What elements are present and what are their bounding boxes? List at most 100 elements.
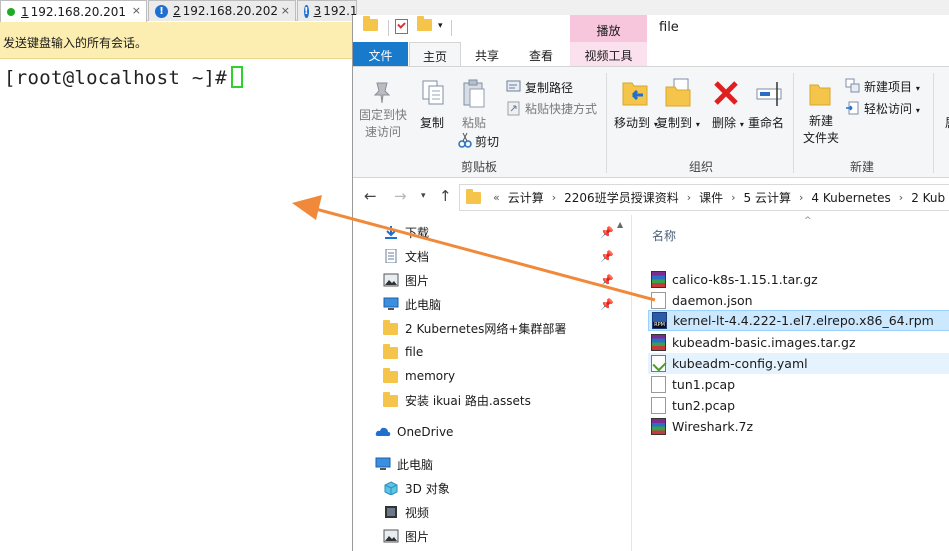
up-arrow-icon[interactable]: ↑ [439, 187, 452, 205]
session-tab-label: 192.168.20.202 [182, 4, 279, 18]
broadcast-notice-text: 发送键盘输入的所有会话。 [3, 36, 148, 50]
organize-group-label: 组织 [689, 160, 714, 174]
copy-to-button[interactable]: 复制到 ▾ [656, 114, 700, 131]
nav-item-documents[interactable]: 文档 [383, 245, 429, 267]
nav-item-label: 文档 [405, 249, 430, 264]
nav-item-folder[interactable]: memory [383, 365, 455, 387]
text-cursor [231, 66, 244, 88]
breadcrumb-item[interactable]: 4 Kubernetes [811, 191, 890, 205]
nav-item-label: 安装 ikuai 路由.assets [405, 393, 531, 408]
title-bar: ▾ 播放 file [353, 15, 949, 42]
new-folder-button[interactable]: 新建 文件夹 [799, 113, 843, 147]
tab-video-tools[interactable]: 视频工具 [570, 42, 647, 66]
easy-access-label: 轻松访问 [864, 102, 913, 116]
file-row[interactable]: daemon.json [648, 290, 949, 311]
nav-item-folder[interactable]: file [383, 341, 423, 363]
pinned-icon[interactable]: 📌 [600, 298, 614, 311]
computer-icon [383, 297, 399, 311]
folder-icon [383, 344, 399, 359]
nav-item-videos[interactable]: 视频 [383, 501, 429, 523]
scroll-up-arrow-icon[interactable]: ▲ [617, 220, 623, 229]
breadcrumb-separator: › [898, 191, 904, 204]
rename-button[interactable]: 重命名 [748, 114, 784, 131]
nav-item-this-pc-quick[interactable]: 此电脑 [383, 293, 441, 315]
nav-item-this-pc[interactable]: 此电脑 [375, 453, 433, 475]
dropdown-arrow-icon: ▾ [739, 120, 744, 129]
paste-shortcut-button[interactable]: 粘贴快捷方式 [525, 100, 597, 117]
file-row[interactable]: Wireshark.7z [648, 416, 949, 437]
divider [388, 20, 389, 36]
overflow-chevron[interactable]: « [493, 191, 500, 204]
nav-item-pictures-pc[interactable]: 图片 [383, 525, 429, 547]
copy-button[interactable]: 复制 [415, 114, 449, 131]
pinned-icon[interactable]: 📌 [600, 274, 614, 287]
nav-item-3d-objects[interactable]: 3D 对象 [383, 477, 450, 499]
clipboard-group-label: 剪贴板 [461, 160, 498, 174]
close-icon[interactable]: × [281, 4, 290, 17]
dropdown-arrow-icon: ▾ [915, 106, 920, 115]
move-to-button[interactable]: 移动到 ▾ [614, 114, 658, 131]
folder-icon [383, 368, 399, 383]
new-item-label: 新建项目 [864, 80, 913, 94]
folder-icon [466, 188, 481, 204]
shell-prompt: [root@localhost ~]# [4, 66, 244, 89]
pinned-icon[interactable]: 📌 [600, 250, 614, 263]
breadcrumb-item[interactable]: 2 Kub [911, 191, 945, 205]
new-item-icon [845, 78, 860, 93]
breadcrumb-item[interactable]: 2206班学员授课资料 [564, 189, 679, 206]
delete-button[interactable]: 删除 ▾ [712, 114, 744, 131]
forward-arrow-icon[interactable]: → [394, 187, 407, 205]
terminal-screen[interactable]: [root@localhost ~]# [0, 59, 352, 551]
nav-item-pictures[interactable]: 图片 [383, 269, 429, 291]
tab-file[interactable]: 文件 [353, 42, 408, 66]
file-row[interactable]: tun2.pcap [648, 395, 949, 416]
copy-to-label: 复制到 [656, 116, 693, 130]
session-tab-1[interactable]: 1 192.168.20.201 × [0, 0, 147, 22]
play-context-tab[interactable]: 播放 [570, 15, 647, 42]
video-icon [383, 505, 399, 519]
dropdown-arrow-icon: ▾ [915, 84, 920, 93]
recent-locations-icon[interactable]: ▾ [421, 191, 426, 201]
tab-home[interactable]: 主页 [409, 42, 461, 66]
session-tab-3[interactable]: ! 3 192.168.20.203 [297, 0, 357, 21]
new-folder-label-line1: 新建 [808, 114, 833, 128]
nav-item-folder[interactable]: 安装 ikuai 路由.assets [383, 389, 531, 411]
customize-quick-access-icon[interactable]: ▾ [438, 21, 452, 37]
file-row[interactable]: kubeadm-config.yaml [648, 353, 949, 374]
pin-to-quick-access-button[interactable]: 固定到快 速访问 [359, 107, 407, 141]
file-row[interactable]: tun1.pcap [648, 374, 949, 395]
tab-share[interactable]: 共享 [465, 42, 509, 66]
pin-label-line1: 固定到快 [359, 108, 408, 122]
breadcrumb-separator: › [731, 191, 736, 204]
file-row[interactable]: calico-k8s-1.15.1.tar.gz [648, 269, 949, 290]
file-row[interactable]: kubeadm-basic.images.tar.gz [648, 332, 949, 353]
nav-item-downloads[interactable]: 下载 [383, 221, 429, 243]
back-arrow-icon[interactable]: ← [364, 187, 377, 205]
column-header-name[interactable]: 名称 [652, 227, 676, 244]
pinned-icon[interactable]: 📌 [600, 226, 614, 239]
copy-path-icon [506, 80, 521, 92]
easy-access-button[interactable]: 轻松访问 ▾ [864, 100, 920, 117]
close-icon[interactable]: × [132, 4, 141, 17]
new-folder-quick-icon[interactable] [417, 16, 432, 35]
new-item-button[interactable]: 新建项目 ▾ [864, 78, 920, 95]
paste-icon [463, 79, 485, 108]
nav-item-onedrive[interactable]: OneDrive [375, 421, 453, 443]
download-icon [383, 225, 399, 239]
address-bar[interactable]: « 云计算 › 2206班学员授课资料 › 课件 › 5 云计算 › 4 Kub… [459, 184, 949, 211]
file-row-selected[interactable]: kernel-lt-4.4.222-1.el7.elrepo.x86_64.rp… [648, 310, 949, 331]
tab-view[interactable]: 查看 [517, 42, 565, 66]
nav-item-folder[interactable]: 2 Kubernetes网络+集群部署 [383, 317, 566, 339]
breadcrumb-item[interactable]: 云计算 [508, 189, 544, 206]
pictures-icon [383, 529, 399, 543]
paste-button[interactable]: 粘贴 [457, 114, 491, 131]
properties-button-truncated[interactable]: 属 [945, 114, 949, 131]
copy-path-button[interactable]: 复制路径 [525, 79, 573, 96]
cloud-icon [375, 425, 391, 439]
breadcrumb-item[interactable]: 5 云计算 [744, 189, 791, 206]
properties-icon[interactable] [395, 19, 408, 34]
cut-button[interactable]: 剪切 [475, 133, 499, 150]
breadcrumb-item[interactable]: 课件 [699, 189, 723, 206]
session-tab-2[interactable]: ! 2 192.168.20.202 × [148, 0, 296, 21]
navigation-pane: ▲ 下载 📌 文档 📌 图片 📌 此电脑 📌 2 Kubernetes网络+集群… [353, 215, 631, 551]
